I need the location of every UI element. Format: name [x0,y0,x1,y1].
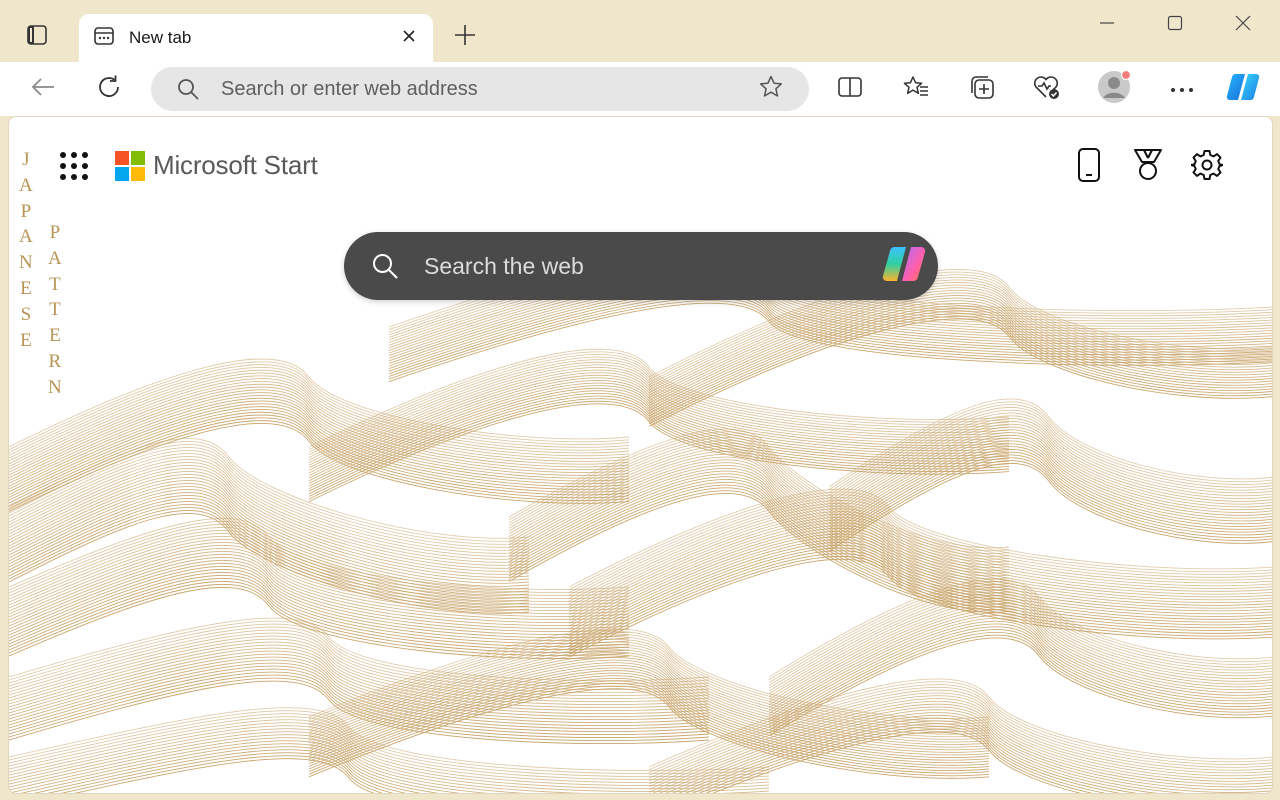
phone-icon [1077,147,1101,188]
wave-line [508,481,1010,602]
toolbar [0,62,1280,116]
brand-title[interactable]: Microsoft Start [153,150,318,181]
vertical-letter: A [19,226,33,248]
collections-icon [968,73,996,106]
tab-actions-button[interactable] [16,20,58,54]
minimize-icon [1099,15,1115,36]
vertical-letter: N [48,376,62,398]
wave-line [828,409,1272,499]
wave-line [648,313,1272,422]
close-tab-button[interactable] [395,24,423,52]
wave-line [828,432,1272,521]
wave-line [828,404,1272,493]
copilot-icon [881,244,927,289]
address-bar[interactable] [151,67,809,111]
vertical-letter: E [20,329,32,351]
search-icon [370,251,400,281]
copilot-button[interactable] [1224,70,1262,108]
wave-line [648,315,1272,425]
vertical-letter: A [48,247,62,269]
new-tab-page-icon [93,25,115,52]
minimize-button[interactable] [1084,8,1130,42]
web-search-box[interactable] [344,232,938,300]
split-screen-button[interactable] [831,70,869,108]
new-tab-button[interactable] [446,20,484,54]
vertical-text-japanese: J A P A N E S E [19,147,33,353]
wave-line [648,318,1272,427]
add-favorite-button[interactable] [751,69,791,109]
new-tab-page: J A P A N E S E P A T T E R N Microsoft … [8,116,1273,794]
wave-line [508,473,1010,594]
gear-icon [1190,149,1224,186]
more-button[interactable] [1163,70,1201,108]
refresh-button[interactable] [90,70,128,108]
back-arrow-icon [30,76,56,103]
split-screen-icon [837,75,863,104]
maximize-icon [1167,15,1183,36]
background-wave-pattern [9,248,1272,793]
vertical-letter: N [19,252,33,274]
wave-line [508,484,1010,605]
browser-essentials-icon [1032,73,1062,106]
copilot-icon [1225,71,1261,108]
search-icon [175,76,201,102]
rewards-button[interactable] [1128,147,1168,187]
wave-line [508,470,1010,591]
vertical-letter: A [19,174,33,196]
vertical-letter: T [49,299,61,321]
vertical-letter: J [22,149,30,170]
wave-line [508,456,1010,577]
wave-line [508,465,1010,585]
wave-line [508,459,1010,580]
vertical-letter: E [20,277,32,299]
vertical-letter: E [49,325,61,347]
wave-line [508,467,1010,588]
tab-actions-icon [26,24,48,51]
copilot-search-button[interactable] [880,242,928,290]
microsoft-logo [115,151,145,181]
vertical-letter: R [48,350,62,372]
vertical-letter: P [49,222,61,243]
refresh-icon [96,74,122,105]
app-launcher-icon [59,151,89,186]
wave-line [508,476,1010,597]
wave-line [508,462,1010,583]
star-icon [758,74,784,105]
profile-button[interactable] [1095,69,1133,110]
settings-button[interactable] [1187,147,1227,187]
web-search-input[interactable] [424,252,880,280]
vertical-letter: S [20,303,32,325]
tab-new-tab[interactable]: New tab [79,14,433,62]
wave-line [508,479,1010,599]
close-window-button[interactable] [1220,8,1266,42]
close-icon [1234,14,1252,37]
wave-line [508,453,1010,574]
vertical-letter: P [20,200,32,222]
wave-line [828,434,1272,524]
plus-icon [454,24,476,51]
close-icon [402,29,416,48]
more-icon [1170,80,1194,98]
app-launcher-button[interactable] [57,151,91,185]
maximize-button[interactable] [1152,8,1198,42]
rewards-medal-icon [1132,148,1164,187]
favorites-icon [902,74,930,105]
phone-button[interactable] [1069,147,1109,187]
title-bar: New tab [0,0,1280,62]
wave-line [828,406,1272,496]
collections-button[interactable] [963,70,1001,108]
address-input[interactable] [221,77,751,101]
back-button[interactable] [24,70,62,108]
favorites-button[interactable] [897,70,935,108]
vertical-text-pattern: P A T T E R N [48,220,62,401]
vertical-letter: T [49,273,61,295]
tab-title: New tab [129,28,192,47]
wave-line [828,401,1272,491]
browser-essentials-button[interactable] [1028,70,1066,108]
profile-avatar-icon [1096,69,1132,110]
